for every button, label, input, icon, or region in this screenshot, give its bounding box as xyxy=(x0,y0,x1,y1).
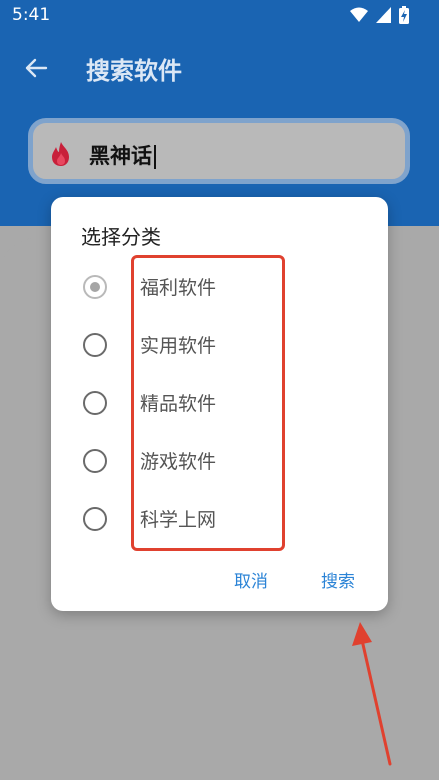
radio-unchecked-icon[interactable] xyxy=(83,449,107,473)
annotation-highlight-box xyxy=(131,255,285,551)
search-value: 黑神话 xyxy=(89,140,156,170)
category-dialog: 选择分类 福利软件 实用软件 精品软件 游戏软件 科学上网 取消 搜索 xyxy=(51,197,388,611)
battery-icon xyxy=(399,6,409,24)
radio-unchecked-icon[interactable] xyxy=(83,391,107,415)
back-arrow-icon[interactable] xyxy=(22,54,50,82)
search-button[interactable]: 搜索 xyxy=(321,567,355,592)
search-input[interactable]: 黑神话 xyxy=(28,118,410,184)
signal-icon xyxy=(376,7,391,23)
status-icons xyxy=(350,6,409,24)
status-time: 5:41 xyxy=(12,5,51,25)
dialog-title: 选择分类 xyxy=(81,225,161,249)
radio-unchecked-icon[interactable] xyxy=(83,333,107,357)
flame-icon xyxy=(52,142,69,166)
radio-unchecked-icon[interactable] xyxy=(83,507,107,531)
toolbar: 搜索软件 xyxy=(0,40,439,96)
annotation-arrow-icon xyxy=(352,622,392,766)
page-title: 搜索软件 xyxy=(86,57,182,85)
wifi-icon xyxy=(350,7,368,22)
text-caret xyxy=(154,145,156,169)
cancel-button[interactable]: 取消 xyxy=(234,567,268,592)
radio-checked-icon[interactable] xyxy=(83,275,107,299)
status-bar: 5:41 xyxy=(0,0,439,30)
app-header xyxy=(0,0,439,226)
